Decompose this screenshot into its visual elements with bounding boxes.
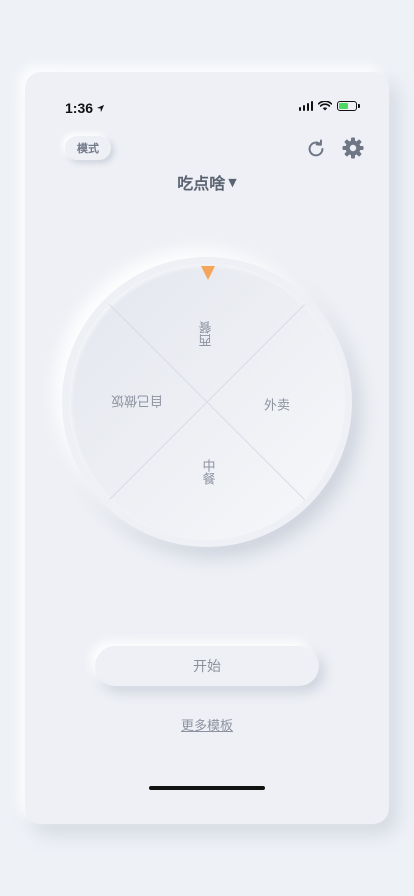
location-arrow-icon	[96, 104, 105, 112]
caret-down-icon: ▼	[228, 175, 237, 189]
status-icons	[298, 101, 360, 111]
page-title: 吃点啥	[177, 174, 226, 193]
gear-icon[interactable]	[341, 136, 365, 160]
spin-wheel[interactable]: 西餐 外卖 中餐 自己做饭	[69, 264, 345, 540]
refresh-icon[interactable]	[305, 138, 327, 160]
mode-button[interactable]: 模式	[65, 136, 111, 160]
phone-card: 1:36 模式 吃点啥 ▼ 西餐 外卖 中餐 自己做饭 开始 更多模板	[25, 72, 389, 824]
more-templates-link[interactable]: 更多模板	[25, 715, 389, 734]
status-bar: 1:36	[25, 72, 389, 142]
wheel-slice-takeout: 外卖	[263, 398, 291, 414]
battery-charging-icon	[337, 101, 360, 111]
signal-icon	[298, 101, 313, 111]
wheel-frame: 西餐 外卖 中餐 自己做饭	[62, 257, 352, 547]
template-title[interactable]: 吃点啥 ▼	[25, 170, 389, 194]
wheel-slice-chinese: 中餐	[199, 459, 215, 485]
status-time-text: 1:36	[65, 100, 94, 116]
wheel-slice-western: 西餐	[199, 321, 215, 347]
wheel-slice-cook-myself: 自己做饭	[110, 392, 164, 408]
start-button[interactable]: 开始	[95, 646, 319, 686]
wheel-pointer-icon	[201, 266, 215, 280]
home-indicator	[149, 786, 265, 790]
status-time: 1:36	[65, 100, 105, 116]
wifi-icon	[318, 101, 332, 111]
